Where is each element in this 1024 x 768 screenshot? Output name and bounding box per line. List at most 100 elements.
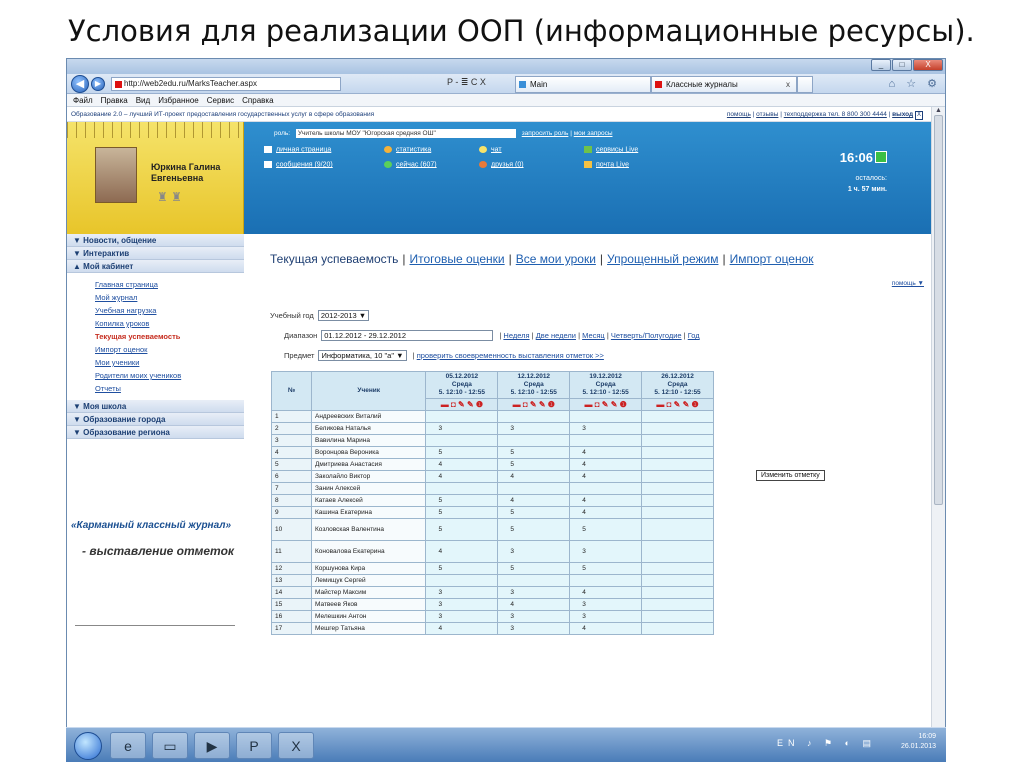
- menu-file[interactable]: Файл: [73, 94, 93, 106]
- tab-class-journals[interactable]: Классные журналы x: [651, 76, 797, 93]
- logout-close-icon[interactable]: X: [914, 111, 923, 120]
- tab-simple-mode[interactable]: Упрощенный режим: [607, 252, 718, 266]
- range-year-link[interactable]: Год: [688, 331, 700, 340]
- mark-cell[interactable]: 3: [497, 610, 571, 623]
- sidebar-section-my-school[interactable]: ▼ Моя школа: [67, 400, 244, 413]
- vertical-scrollbar[interactable]: ▲: [931, 107, 945, 732]
- close-window-button[interactable]: X: [913, 59, 943, 71]
- mark-cell[interactable]: 5: [425, 506, 499, 519]
- tab-current-progress[interactable]: Текущая успеваемость: [270, 252, 398, 266]
- menu-tools[interactable]: Сервис: [207, 94, 234, 106]
- system-tray-icons[interactable]: ♪ ⚑ ◐ ▤: [807, 738, 876, 748]
- mark-cell[interactable]: [641, 562, 714, 575]
- mark-cell[interactable]: [425, 482, 499, 495]
- new-tab-button[interactable]: [797, 76, 813, 93]
- media-player-taskbar-button[interactable]: ▶: [194, 732, 230, 759]
- request-role-link[interactable]: запросить роль: [522, 130, 569, 137]
- mark-cell[interactable]: 5: [569, 518, 643, 541]
- year-select[interactable]: 2012-2013 ▼: [317, 310, 370, 321]
- student-name[interactable]: Занин Алексей: [310, 482, 427, 495]
- mark-cell[interactable]: 4: [425, 470, 499, 483]
- range-quarter-link[interactable]: Четверть/Полугодие: [611, 331, 682, 340]
- tab-import-marks[interactable]: Импорт оценок: [730, 252, 814, 266]
- scroll-up-icon[interactable]: ▲: [935, 107, 942, 114]
- mark-cell[interactable]: 5: [497, 446, 571, 459]
- forward-button[interactable]: ▶: [91, 77, 105, 91]
- range-input[interactable]: 01.12.2012 - 29.12.2012: [321, 330, 494, 341]
- mark-cell[interactable]: [641, 506, 714, 519]
- mark-cell[interactable]: 4: [497, 470, 571, 483]
- student-name[interactable]: Мелешкин Антон: [310, 610, 427, 623]
- mark-cell[interactable]: [641, 422, 714, 435]
- subject-select[interactable]: Информатика, 10 "а" ▼: [318, 350, 407, 361]
- sidebar-item-home[interactable]: Главная страница: [67, 278, 244, 291]
- url-input[interactable]: http://web2edu.ru/MarksTeacher.aspx: [111, 77, 341, 91]
- mark-cell[interactable]: 5: [497, 458, 571, 471]
- mark-cell[interactable]: 4: [425, 458, 499, 471]
- mark-cell[interactable]: [641, 494, 714, 507]
- student-name[interactable]: Матвеев Яков: [310, 598, 427, 611]
- mark-cell[interactable]: [569, 410, 643, 423]
- help-link[interactable]: помощь ▼: [892, 280, 924, 287]
- mark-cell[interactable]: 3: [497, 422, 571, 435]
- mark-cell[interactable]: [497, 482, 571, 495]
- language-indicator[interactable]: EN: [777, 738, 800, 748]
- mark-cell[interactable]: 4: [497, 598, 571, 611]
- mark-cell[interactable]: 3: [425, 610, 499, 623]
- mark-cell[interactable]: 3: [425, 598, 499, 611]
- mark-cell[interactable]: 3: [569, 540, 643, 563]
- tray-clock[interactable]: 16:09 26.01.2013: [901, 732, 936, 752]
- student-name[interactable]: Лемищук Сергей: [310, 574, 427, 587]
- mark-cell[interactable]: [641, 574, 714, 587]
- mark-cell[interactable]: 4: [425, 540, 499, 563]
- mark-cell[interactable]: [425, 434, 499, 447]
- mark-cell[interactable]: 3: [569, 610, 643, 623]
- mark-cell[interactable]: 3: [425, 586, 499, 599]
- mark-cell[interactable]: [641, 470, 714, 483]
- lesson-tools-icons[interactable]: ▬ ◘ ✎ ✎ ❶: [569, 398, 643, 411]
- sidebar-section-interactive[interactable]: ▼ Интерактив: [67, 247, 244, 260]
- student-name[interactable]: Андреевских Виталий: [310, 410, 427, 423]
- messages-link[interactable]: сообщения (9/20): [264, 161, 333, 168]
- logout-link[interactable]: выход: [892, 111, 913, 118]
- feedback-link[interactable]: отзывы: [756, 111, 778, 118]
- tab-all-lessons[interactable]: Все мои уроки: [516, 252, 596, 266]
- sidebar-item-parents[interactable]: Родители моих учеников: [67, 369, 244, 382]
- my-requests-link[interactable]: мои запросы: [574, 130, 613, 137]
- sidebar-item-lessons-bank[interactable]: Копилка уроков: [67, 317, 244, 330]
- back-button[interactable]: ◀: [71, 75, 89, 93]
- sidebar-item-workload[interactable]: Учебная нагрузка: [67, 304, 244, 317]
- maximize-button[interactable]: □: [892, 59, 912, 71]
- mark-cell[interactable]: [641, 434, 714, 447]
- student-name[interactable]: Козловская Валентина: [310, 518, 427, 541]
- mark-cell[interactable]: 5: [425, 518, 499, 541]
- sidebar-section-news[interactable]: ▼ Новости, общение: [67, 234, 244, 247]
- mark-cell[interactable]: [497, 434, 571, 447]
- online-now-link[interactable]: сейчас (607): [384, 161, 437, 168]
- mark-cell[interactable]: [497, 410, 571, 423]
- mark-cell[interactable]: [641, 410, 714, 423]
- mark-cell[interactable]: [569, 434, 643, 447]
- lesson-tools-icons[interactable]: ▬ ◘ ✎ ✎ ❶: [641, 398, 714, 411]
- lesson-tools-icons[interactable]: ▬ ◘ ✎ ✎ ❶: [425, 398, 499, 411]
- lesson-tools-icons[interactable]: ▬ ◘ ✎ ✎ ❶: [497, 398, 571, 411]
- mark-cell[interactable]: 4: [569, 506, 643, 519]
- powerpoint-taskbar-button[interactable]: P: [236, 732, 272, 759]
- minimize-button[interactable]: _: [871, 59, 891, 71]
- excel-taskbar-button[interactable]: X: [278, 732, 314, 759]
- mark-cell[interactable]: [641, 586, 714, 599]
- browser-toolbar-icons[interactable]: ⌂ ☆ ⚙: [889, 77, 941, 90]
- student-name[interactable]: Дмитриева Анастасия: [310, 458, 427, 471]
- mark-cell[interactable]: 5: [425, 562, 499, 575]
- menu-favorites[interactable]: Избранное: [158, 94, 199, 106]
- tab-main[interactable]: Main: [515, 76, 651, 93]
- mark-cell[interactable]: [569, 574, 643, 587]
- live-services-link[interactable]: сервисы Live: [584, 146, 638, 153]
- role-select[interactable]: Учитель школы МОУ "Югорская средняя ОШ": [295, 129, 516, 138]
- mark-cell[interactable]: 5: [425, 494, 499, 507]
- tray-icons[interactable]: EN ♪ ⚑ ◐ ▤: [777, 738, 876, 749]
- student-name[interactable]: Вавилина Марина: [310, 434, 427, 447]
- student-name[interactable]: Катаев Алексей: [310, 494, 427, 507]
- range-week-link[interactable]: Неделя: [503, 331, 529, 340]
- sidebar-section-region-education[interactable]: ▼ Образование региона: [67, 426, 244, 439]
